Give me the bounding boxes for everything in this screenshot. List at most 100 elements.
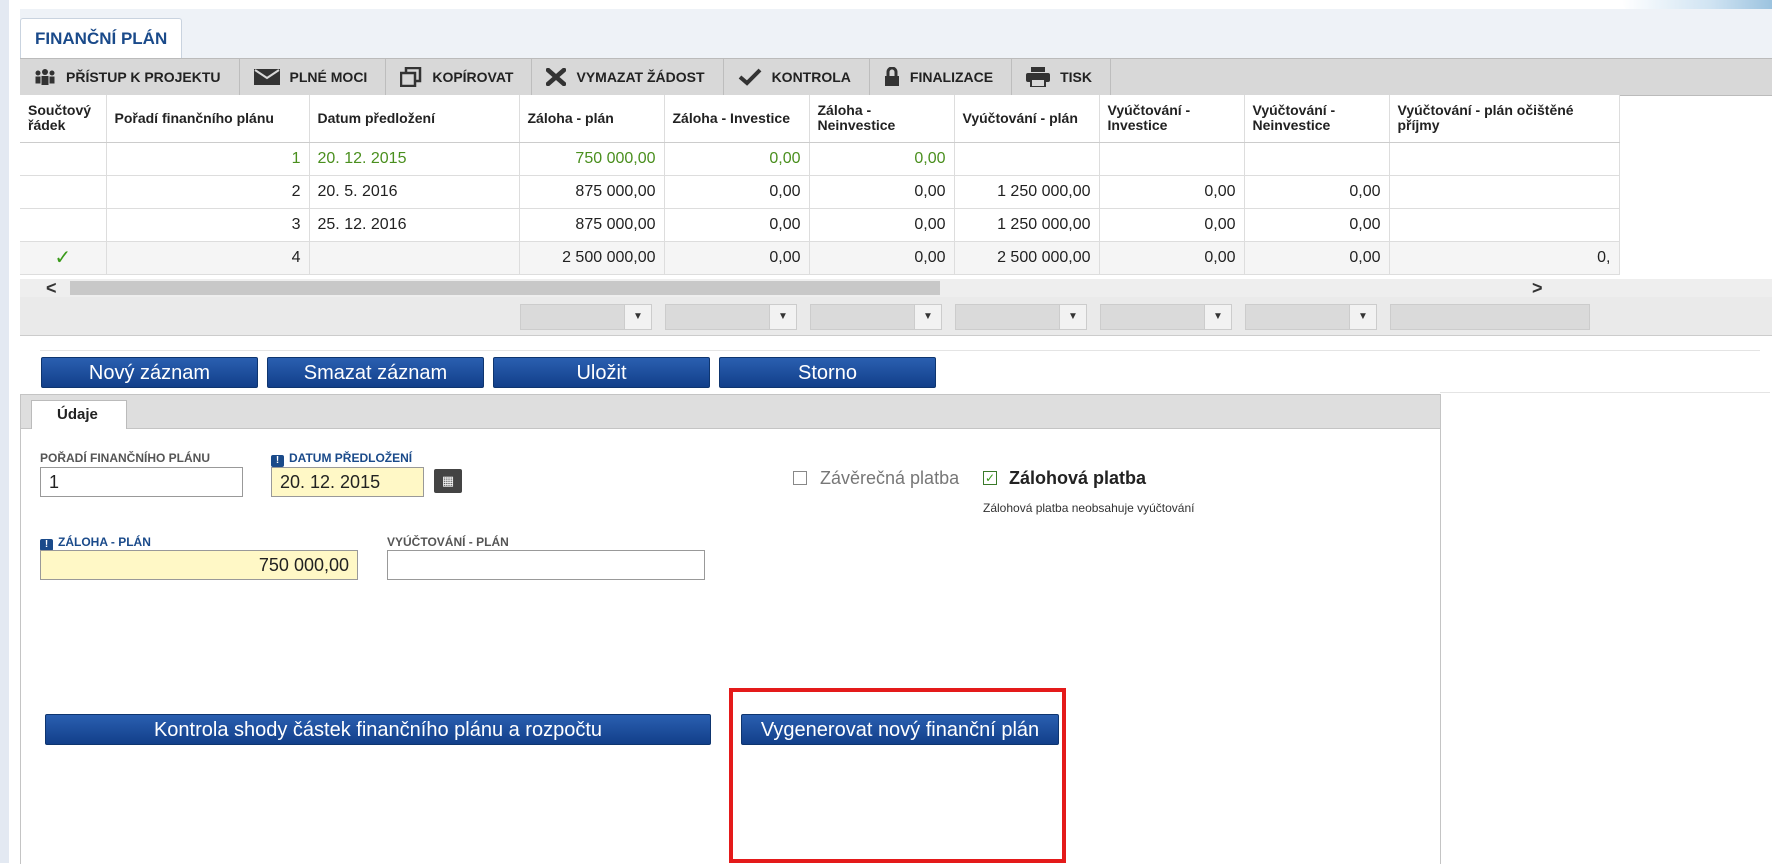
toolbar-delete-application-button[interactable]: VYMAZAT ŽÁDOST bbox=[532, 59, 724, 95]
table-cell: 1 250 000,00 bbox=[954, 175, 1100, 209]
toolbar-label: TISK bbox=[1060, 69, 1092, 85]
financial-plan-grid: Součtový řádek Pořadí finančního plánu D… bbox=[20, 95, 1772, 279]
advance-payment-note: Zálohová platba neobsahuje vyúčtování bbox=[983, 501, 1195, 515]
record-detail-panel: Údaje POŘADÍ FINANČNÍHO PLÁNU 1 ! DATUM P… bbox=[20, 394, 1441, 864]
column-header[interactable]: Vyúčtování - plán očištěné příjmy bbox=[1389, 95, 1620, 143]
table-cell: 25. 12. 2016 bbox=[309, 208, 520, 242]
delete-x-icon bbox=[546, 68, 567, 86]
advance-plan-label-text: ZÁLOHA - PLÁN bbox=[58, 535, 151, 549]
advance-payment-checkbox[interactable]: ✓ bbox=[983, 471, 997, 485]
advance-payment-label: Zálohová platba bbox=[1009, 468, 1147, 488]
table-cell: 0,00 bbox=[664, 208, 810, 242]
required-icon: ! bbox=[271, 455, 284, 467]
table-row-selected[interactable]: 1 20. 12. 2015 750 000,00 0,00 0,00 bbox=[20, 142, 1620, 176]
copy-icon bbox=[400, 67, 422, 87]
chevron-down-icon: ▼ bbox=[1204, 305, 1231, 329]
filter-dropdown[interactable] bbox=[1390, 304, 1590, 330]
check-amounts-button[interactable]: Kontrola shody částek finančního plánu a… bbox=[45, 714, 711, 745]
column-header[interactable]: Záloha - Neinvestice bbox=[809, 95, 955, 143]
page-title-tab[interactable]: FINANČNÍ PLÁN bbox=[20, 18, 182, 58]
table-cell: 0, bbox=[1389, 241, 1620, 275]
table-cell: 0,00 bbox=[664, 241, 810, 275]
table-cell: 0,00 bbox=[1244, 208, 1390, 242]
toolbar-finalize-button[interactable]: FINALIZACE bbox=[870, 59, 1013, 95]
final-payment-checkbox[interactable] bbox=[793, 471, 807, 485]
lock-icon bbox=[884, 67, 899, 86]
save-button[interactable]: Uložit bbox=[493, 357, 710, 388]
filter-dropdown[interactable]: ▼ bbox=[520, 304, 652, 330]
order-label: POŘADÍ FINANČNÍHO PLÁNU bbox=[40, 451, 210, 465]
billing-plan-field[interactable] bbox=[387, 550, 705, 580]
filter-dropdown[interactable]: ▼ bbox=[955, 304, 1087, 330]
envelope-icon bbox=[253, 69, 280, 85]
table-cell bbox=[1389, 175, 1620, 209]
calendar-icon[interactable]: ▦ bbox=[434, 469, 462, 493]
chevron-down-icon: ▼ bbox=[769, 305, 796, 329]
table-cell: 875 000,00 bbox=[519, 208, 665, 242]
table-row-sum[interactable]: ✓ 4 2 500 000,00 0,00 0,00 2 500 000,00 … bbox=[20, 241, 1620, 275]
column-header[interactable]: Pořadí finančního plánu bbox=[106, 95, 310, 143]
date-label: ! DATUM PŘEDLOŽENÍ bbox=[271, 451, 412, 467]
scroll-left-icon[interactable]: < bbox=[46, 279, 57, 297]
column-header[interactable]: Vyúčtování - plán bbox=[954, 95, 1100, 143]
filter-row: ▼ ▼ ▼ ▼ ▼ ▼ bbox=[20, 297, 1772, 336]
horizontal-scrollbar[interactable]: < > bbox=[20, 279, 1772, 297]
toolbar-print-button[interactable]: TISK bbox=[1012, 59, 1111, 95]
table-cell: 0,00 bbox=[809, 208, 955, 242]
table-cell bbox=[20, 175, 107, 209]
column-header[interactable]: Vyúčtování - Investice bbox=[1099, 95, 1245, 143]
table-cell: 0,00 bbox=[809, 142, 955, 176]
final-payment-label: Závěrečná platba bbox=[820, 468, 960, 488]
new-record-button[interactable]: Nový záznam bbox=[41, 357, 258, 388]
table-header-row: Součtový řádek Pořadí finančního plánu D… bbox=[20, 95, 1620, 143]
filter-dropdown[interactable]: ▼ bbox=[1245, 304, 1377, 330]
table-cell bbox=[309, 241, 520, 275]
printer-icon bbox=[1026, 67, 1051, 87]
filter-dropdown[interactable]: ▼ bbox=[810, 304, 942, 330]
billing-plan-label: VYÚČTOVÁNÍ - PLÁN bbox=[387, 535, 509, 549]
filter-dropdown[interactable]: ▼ bbox=[1100, 304, 1232, 330]
toolbar-project-access-button[interactable]: PŘÍSTUP K PROJEKTU bbox=[20, 59, 240, 95]
column-header[interactable]: Součtový řádek bbox=[20, 95, 107, 143]
table-cell: 0,00 bbox=[664, 175, 810, 209]
toolbar-label: PŘÍSTUP K PROJEKTU bbox=[66, 69, 221, 85]
toolbar-power-of-attorney-button[interactable]: PLNÉ MOCI bbox=[240, 59, 387, 95]
table-cell bbox=[20, 142, 107, 176]
table-cell bbox=[1389, 208, 1620, 242]
checkmark-icon bbox=[738, 68, 761, 86]
chevron-down-icon: ▼ bbox=[1349, 305, 1376, 329]
toolbar-copy-button[interactable]: KOPÍROVAT bbox=[386, 59, 533, 95]
toolbar-check-button[interactable]: KONTROLA bbox=[724, 59, 870, 95]
scroll-right-icon[interactable]: > bbox=[1532, 279, 1543, 297]
table-cell: 0,00 bbox=[664, 142, 810, 176]
chevron-down-icon: ▼ bbox=[1059, 305, 1086, 329]
table-cell: 1 bbox=[106, 142, 310, 176]
column-header[interactable]: Vyúčtování - Neinvestice bbox=[1244, 95, 1390, 143]
divider bbox=[40, 350, 1760, 351]
toolbar-label: KONTROLA bbox=[771, 69, 851, 85]
table-cell: 0,00 bbox=[1099, 241, 1245, 275]
date-field[interactable]: 20. 12. 2015 bbox=[271, 467, 424, 497]
filter-dropdown[interactable]: ▼ bbox=[665, 304, 797, 330]
advance-plan-label: ! ZÁLOHA - PLÁN bbox=[40, 535, 151, 551]
table-cell: 0,00 bbox=[1244, 241, 1390, 275]
date-label-text: DATUM PŘEDLOŽENÍ bbox=[289, 451, 413, 465]
tab-udaje[interactable]: Údaje bbox=[31, 400, 127, 429]
column-header[interactable]: Datum předložení bbox=[309, 95, 520, 143]
column-header[interactable]: Záloha - plán bbox=[519, 95, 665, 143]
delete-record-button[interactable]: Smazat záznam bbox=[267, 357, 484, 388]
order-field[interactable]: 1 bbox=[40, 467, 243, 497]
table-cell: 875 000,00 bbox=[519, 175, 665, 209]
table-row[interactable]: 2 20. 5. 2016 875 000,00 0,00 0,00 1 250… bbox=[20, 175, 1620, 209]
table-row[interactable]: 3 25. 12. 2016 875 000,00 0,00 0,00 1 25… bbox=[20, 208, 1620, 242]
table-cell: 0,00 bbox=[1099, 208, 1245, 242]
toolbar-label: KOPÍROVAT bbox=[432, 69, 514, 85]
left-margin-bar bbox=[0, 0, 9, 863]
advance-plan-field[interactable]: 750 000,00 bbox=[40, 550, 358, 580]
scrollbar-thumb[interactable] bbox=[70, 281, 940, 295]
panel-tab-strip bbox=[21, 395, 1440, 429]
toolbar: PŘÍSTUP K PROJEKTU PLNÉ MOCI KOPÍROVAT V… bbox=[20, 58, 1772, 96]
cancel-button[interactable]: Storno bbox=[719, 357, 936, 388]
generate-new-plan-button[interactable]: Vygenerovat nový finanční plán bbox=[741, 714, 1059, 745]
column-header[interactable]: Záloha - Investice bbox=[664, 95, 810, 143]
